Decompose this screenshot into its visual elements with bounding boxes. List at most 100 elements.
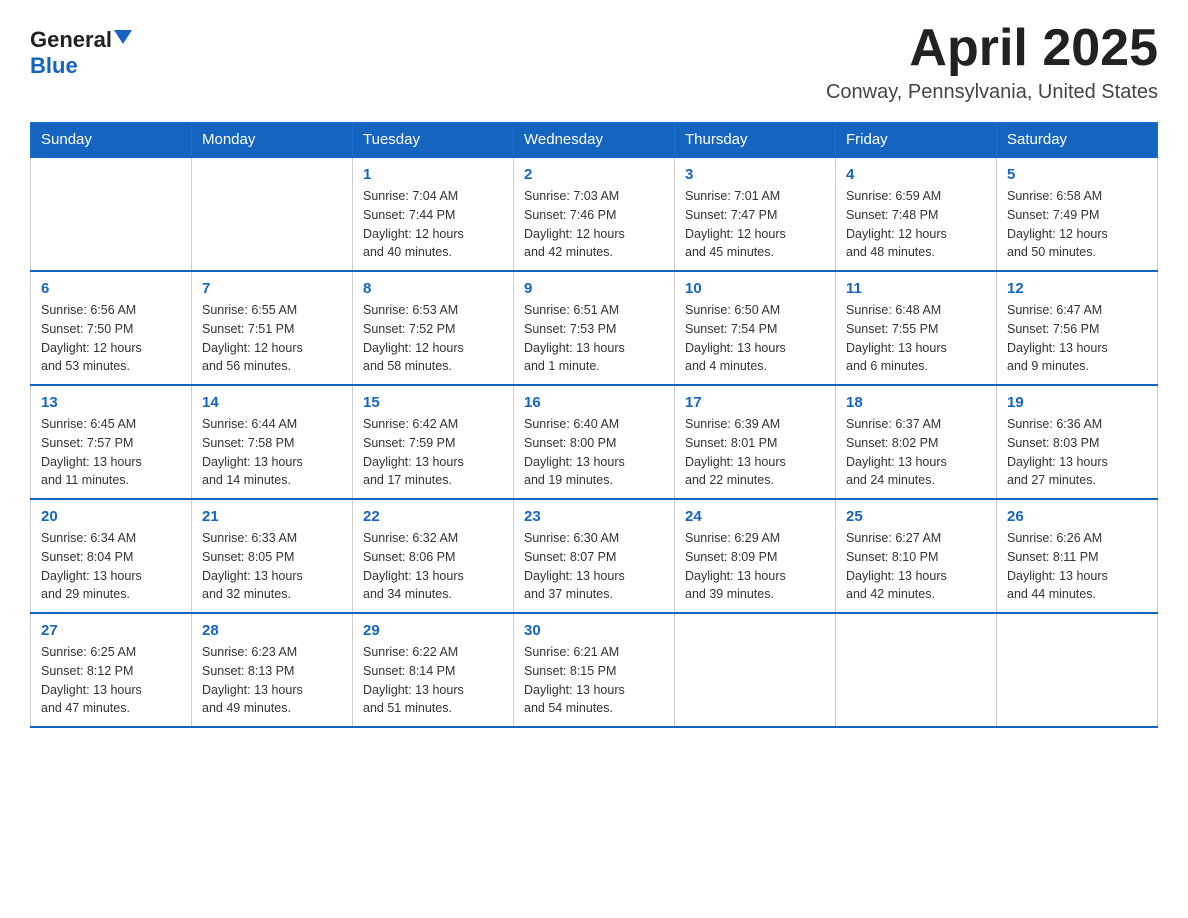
day-info: Sunrise: 6:50 AMSunset: 7:54 PMDaylight:…: [685, 301, 825, 376]
calendar-week-5: 27 Sunrise: 6:25 AMSunset: 8:12 PMDayligh…: [31, 613, 1158, 727]
calendar-cell: 25Sunrise: 6:27 AMSunset: 8:10 PMDayligh…: [836, 499, 997, 613]
day-number: 29: [363, 622, 503, 639]
day-number: 12: [1007, 280, 1147, 297]
day-info: Sunrise: 6:58 AMSunset: 7:49 PMDaylight:…: [1007, 187, 1147, 262]
calendar-cell: 10 Sunrise: 6:50 AMSunset: 7:54 PMDayligh…: [675, 271, 836, 385]
calendar-cell: [31, 157, 192, 271]
calendar-cell: 27 Sunrise: 6:25 AMSunset: 8:12 PMDayligh…: [31, 613, 192, 727]
day-number: 8: [363, 280, 503, 297]
day-number: 1: [363, 166, 503, 183]
day-number: 9: [524, 280, 664, 297]
day-info: Sunrise: 7:01 AMSunset: 7:47 PMDaylight:…: [685, 187, 825, 262]
day-info: Sunrise: 6:59 AMSunset: 7:48 PMDaylight:…: [846, 187, 986, 262]
logo: General Blue: [30, 20, 132, 78]
calendar-cell: 8 Sunrise: 6:53 AMSunset: 7:52 PMDaylight…: [353, 271, 514, 385]
day-number: 2: [524, 166, 664, 183]
calendar-cell: 22Sunrise: 6:32 AMSunset: 8:06 PMDayligh…: [353, 499, 514, 613]
calendar-cell: 3 Sunrise: 7:01 AMSunset: 7:47 PMDaylight…: [675, 157, 836, 271]
day-info: Sunrise: 6:39 AMSunset: 8:01 PMDaylight:…: [685, 415, 825, 490]
calendar-cell: 13Sunrise: 6:45 AMSunset: 7:57 PMDayligh…: [31, 385, 192, 499]
day-info: Sunrise: 6:25 AMSunset: 8:12 PMDaylight:…: [41, 643, 181, 718]
calendar-cell: 9 Sunrise: 6:51 AMSunset: 7:53 PMDaylight…: [514, 271, 675, 385]
day-info: Sunrise: 6:32 AMSunset: 8:06 PMDaylight:…: [363, 529, 503, 604]
day-info: Sunrise: 6:37 AMSunset: 8:02 PMDaylight:…: [846, 415, 986, 490]
day-number: 7: [202, 280, 342, 297]
column-header-saturday: Saturday: [997, 123, 1158, 158]
day-number: 27: [41, 622, 181, 639]
day-number: 23: [524, 508, 664, 525]
day-number: 14: [202, 394, 342, 411]
day-number: 17: [685, 394, 825, 411]
day-info: Sunrise: 6:36 AMSunset: 8:03 PMDaylight:…: [1007, 415, 1147, 490]
calendar-cell: 1 Sunrise: 7:04 AMSunset: 7:44 PMDaylight…: [353, 157, 514, 271]
day-info: Sunrise: 6:56 AMSunset: 7:50 PMDaylight:…: [41, 301, 181, 376]
column-header-tuesday: Tuesday: [353, 123, 514, 158]
calendar-week-2: 6Sunrise: 6:56 AMSunset: 7:50 PMDaylight…: [31, 271, 1158, 385]
column-header-wednesday: Wednesday: [514, 123, 675, 158]
calendar-cell: 20 Sunrise: 6:34 AMSunset: 8:04 PMDayligh…: [31, 499, 192, 613]
day-number: 4: [846, 166, 986, 183]
day-number: 21: [202, 508, 342, 525]
calendar-cell: 14 Sunrise: 6:44 AMSunset: 7:58 PMDayligh…: [192, 385, 353, 499]
calendar-cell: 23 Sunrise: 6:30 AMSunset: 8:07 PMDayligh…: [514, 499, 675, 613]
column-header-sunday: Sunday: [31, 123, 192, 158]
calendar-cell: 12 Sunrise: 6:47 AMSunset: 7:56 PMDayligh…: [997, 271, 1158, 385]
day-number: 28: [202, 622, 342, 639]
day-info: Sunrise: 6:53 AMSunset: 7:52 PMDaylight:…: [363, 301, 503, 376]
day-info: Sunrise: 6:30 AMSunset: 8:07 PMDaylight:…: [524, 529, 664, 604]
day-info: Sunrise: 7:04 AMSunset: 7:44 PMDaylight:…: [363, 187, 503, 262]
calendar-cell: 2Sunrise: 7:03 AMSunset: 7:46 PMDaylight…: [514, 157, 675, 271]
day-info: Sunrise: 6:48 AMSunset: 7:55 PMDaylight:…: [846, 301, 986, 376]
day-number: 18: [846, 394, 986, 411]
calendar-cell: [675, 613, 836, 727]
calendar-cell: 15Sunrise: 6:42 AMSunset: 7:59 PMDayligh…: [353, 385, 514, 499]
calendar-cell: 4 Sunrise: 6:59 AMSunset: 7:48 PMDaylight…: [836, 157, 997, 271]
day-info: Sunrise: 6:44 AMSunset: 7:58 PMDaylight:…: [202, 415, 342, 490]
calendar-cell: 26 Sunrise: 6:26 AMSunset: 8:11 PMDayligh…: [997, 499, 1158, 613]
month-title: April 2025: [826, 20, 1158, 77]
calendar-week-1: 1 Sunrise: 7:04 AMSunset: 7:44 PMDaylight…: [31, 157, 1158, 271]
day-info: Sunrise: 6:23 AMSunset: 8:13 PMDaylight:…: [202, 643, 342, 718]
calendar-table: SundayMondayTuesdayWednesdayThursdayFrid…: [30, 122, 1158, 728]
day-info: Sunrise: 6:51 AMSunset: 7:53 PMDaylight:…: [524, 301, 664, 376]
day-info: Sunrise: 6:34 AMSunset: 8:04 PMDaylight:…: [41, 529, 181, 604]
column-header-friday: Friday: [836, 123, 997, 158]
day-info: Sunrise: 6:55 AMSunset: 7:51 PMDaylight:…: [202, 301, 342, 376]
day-number: 13: [41, 394, 181, 411]
calendar-header-row: SundayMondayTuesdayWednesdayThursdayFrid…: [31, 123, 1158, 158]
day-number: 3: [685, 166, 825, 183]
day-number: 19: [1007, 394, 1147, 411]
calendar-cell: 7 Sunrise: 6:55 AMSunset: 7:51 PMDaylight…: [192, 271, 353, 385]
day-number: 26: [1007, 508, 1147, 525]
day-info: Sunrise: 6:21 AMSunset: 8:15 PMDaylight:…: [524, 643, 664, 718]
day-info: Sunrise: 6:22 AMSunset: 8:14 PMDaylight:…: [363, 643, 503, 718]
calendar-cell: [192, 157, 353, 271]
location-subtitle: Conway, Pennsylvania, United States: [826, 81, 1158, 104]
calendar-cell: 6Sunrise: 6:56 AMSunset: 7:50 PMDaylight…: [31, 271, 192, 385]
day-info: Sunrise: 6:26 AMSunset: 8:11 PMDaylight:…: [1007, 529, 1147, 604]
day-info: Sunrise: 6:29 AMSunset: 8:09 PMDaylight:…: [685, 529, 825, 604]
day-number: 11: [846, 280, 986, 297]
logo-text-blue: Blue: [30, 54, 78, 78]
day-info: Sunrise: 6:33 AMSunset: 8:05 PMDaylight:…: [202, 529, 342, 604]
day-info: Sunrise: 6:47 AMSunset: 7:56 PMDaylight:…: [1007, 301, 1147, 376]
calendar-cell: 30 Sunrise: 6:21 AMSunset: 8:15 PMDayligh…: [514, 613, 675, 727]
calendar-cell: 5Sunrise: 6:58 AMSunset: 7:49 PMDaylight…: [997, 157, 1158, 271]
page-header: General Blue April 2025 Conway, Pennsylv…: [30, 20, 1158, 104]
calendar-cell: 29 Sunrise: 6:22 AMSunset: 8:14 PMDayligh…: [353, 613, 514, 727]
calendar-cell: 18 Sunrise: 6:37 AMSunset: 8:02 PMDayligh…: [836, 385, 997, 499]
logo-text-general: General: [30, 28, 112, 52]
day-number: 24: [685, 508, 825, 525]
day-number: 10: [685, 280, 825, 297]
day-number: 20: [41, 508, 181, 525]
day-number: 16: [524, 394, 664, 411]
calendar-cell: 16Sunrise: 6:40 AMSunset: 8:00 PMDayligh…: [514, 385, 675, 499]
day-number: 15: [363, 394, 503, 411]
calendar-cell: [997, 613, 1158, 727]
calendar-cell: [836, 613, 997, 727]
day-number: 30: [524, 622, 664, 639]
column-header-thursday: Thursday: [675, 123, 836, 158]
calendar-week-4: 20 Sunrise: 6:34 AMSunset: 8:04 PMDayligh…: [31, 499, 1158, 613]
calendar-cell: 28 Sunrise: 6:23 AMSunset: 8:13 PMDayligh…: [192, 613, 353, 727]
calendar-cell: 19 Sunrise: 6:36 AMSunset: 8:03 PMDayligh…: [997, 385, 1158, 499]
